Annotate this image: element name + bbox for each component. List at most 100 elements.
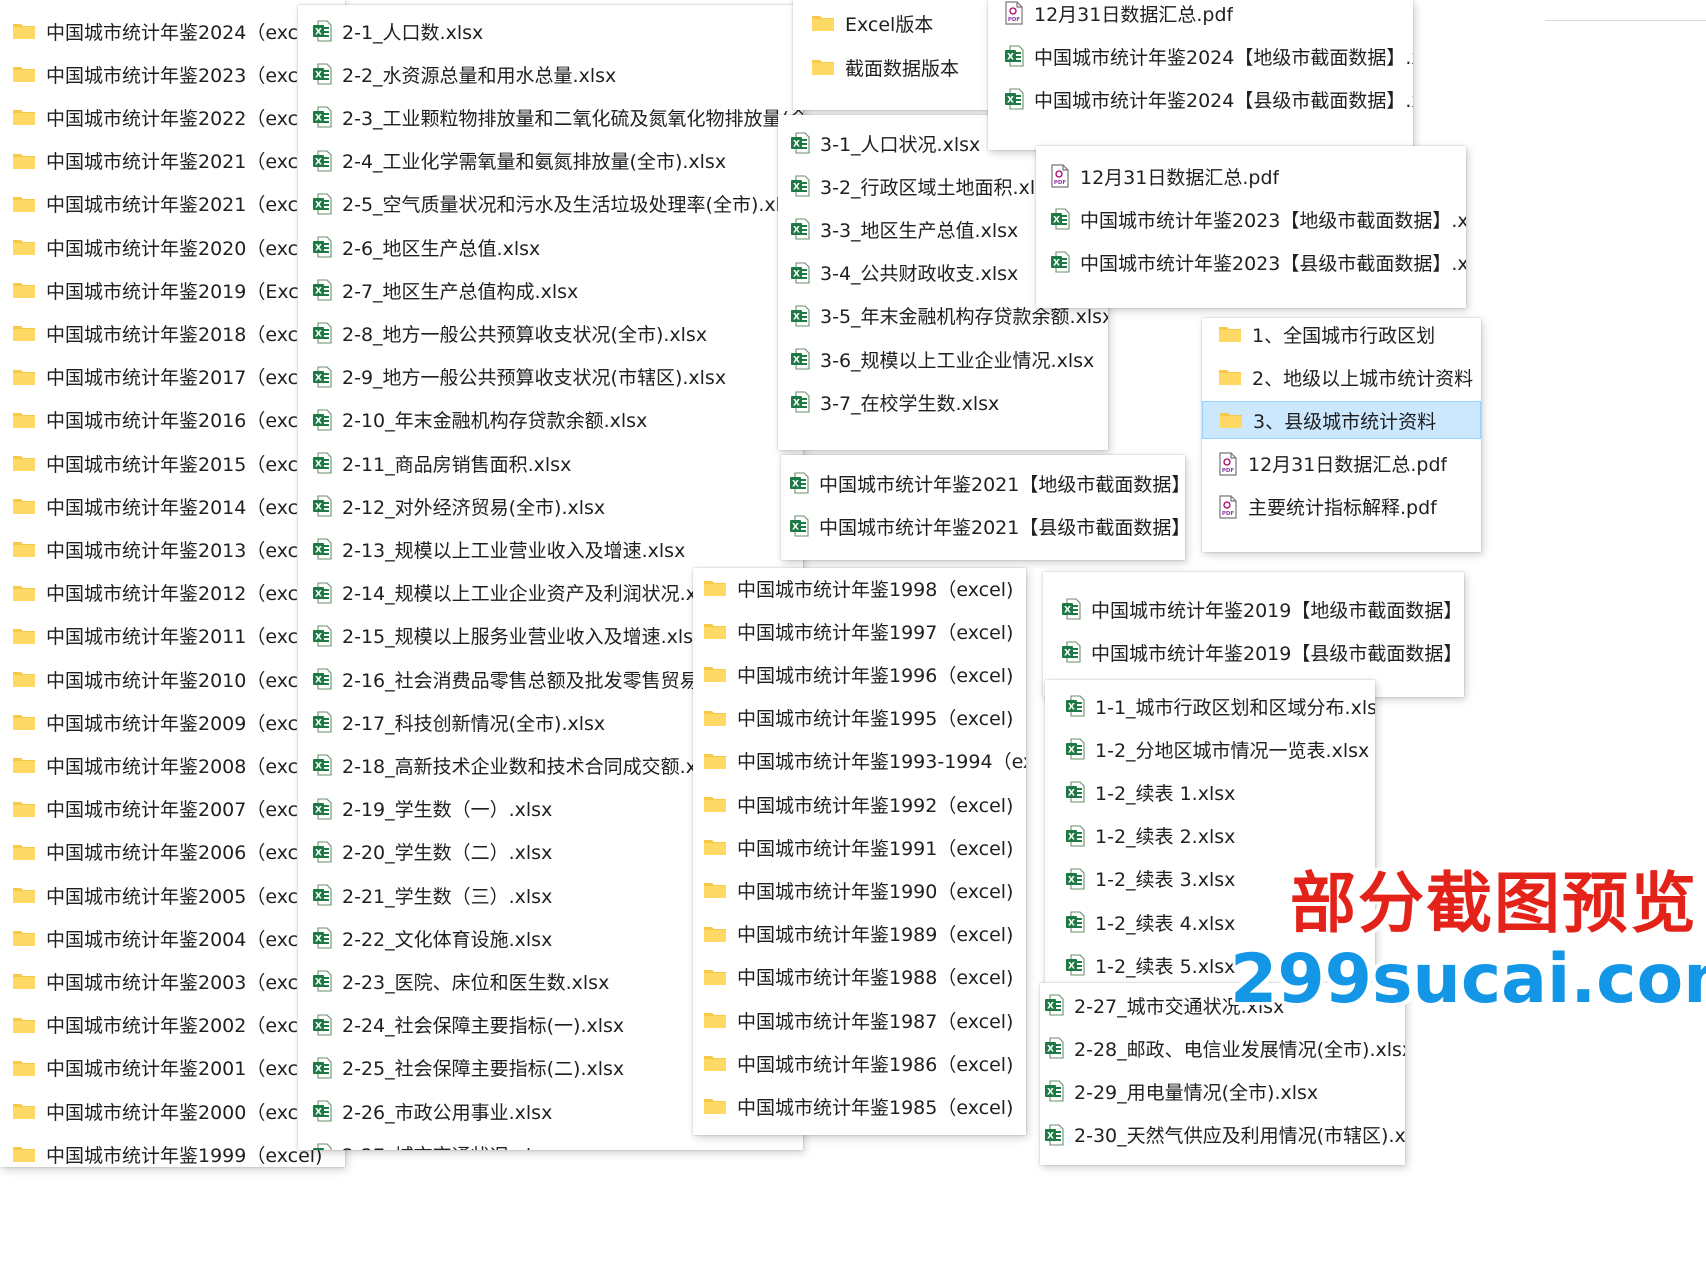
excel-file-icon: X [1050,251,1070,273]
folder-item[interactable]: 中国城市统计年鉴2007（excel) [0,790,345,828]
file-item[interactable]: X 2-11_商品房销售面积.xlsx [298,444,803,482]
folder-item[interactable]: 中国城市统计年鉴2024（excel) [0,12,345,50]
file-item[interactable]: X 中国城市统计年鉴2024【县级市截面数据】.xlsx [988,80,1413,118]
file-item[interactable]: X 2-2_水资源总量和用水总量.xlsx [298,55,803,93]
folder-item[interactable]: 截面数据版本 [793,48,993,86]
file-item[interactable]: X 中国城市统计年鉴2019【地级市截面数据】.xlsx [1043,590,1464,628]
file-item[interactable]: X 2-8_地方一般公共预算收支状况(全市).xlsx [298,314,803,352]
file-item[interactable]: X 2-30_天然气供应及利用情况(市辖区).xlsx [1040,1116,1405,1154]
folder-item[interactable]: 中国城市统计年鉴2009（excel) [0,703,345,741]
file-item[interactable]: X 2-1_人口数.xlsx [298,12,803,50]
folder-item[interactable]: 中国城市统计年鉴2006（excel) [0,833,345,871]
item-label: 中国城市统计年鉴2004（excel) [46,928,323,951]
file-item[interactable]: X 中国城市统计年鉴2024【地级市截面数据】.xlsx [988,37,1413,75]
file-item[interactable]: X 中国城市统计年鉴2023【地级市截面数据】.xlsx [1036,200,1466,238]
folder-icon [12,410,36,430]
file-item[interactable]: X 中国城市统计年鉴2023【县级市截面数据】.xlsx [1036,243,1466,281]
item-label: 12月31日数据汇总.pdf [1080,166,1280,189]
folder-item[interactable]: 1、全国城市行政区划 [1202,318,1481,353]
file-item[interactable]: X 2-5_空气质量状况和污水及生活垃圾处理率(全市).xlsx [298,185,803,223]
folder-item[interactable]: 中国城市统计年鉴2000（excel) [0,1092,345,1130]
folder-item[interactable]: 中国城市统计年鉴2019（Excel) [0,271,345,309]
excel-file-icon: X [312,193,332,215]
file-item[interactable]: X 2-4_工业化学需氧量和氨氮排放量(全市).xlsx [298,142,803,180]
folder-icon [703,708,727,728]
folder-item[interactable]: 中国城市统计年鉴2008（excel) [0,746,345,784]
file-item[interactable]: X 3-6_规模以上工业企业情况.xlsx [778,340,1108,378]
file-item[interactable]: X 2-6_地区生产总值.xlsx [298,228,803,266]
svg-text:X: X [315,1108,322,1118]
folder-item[interactable]: 中国城市统计年鉴2010（excel) [0,660,345,698]
folder-item[interactable]: 中国城市统计年鉴2004（excel) [0,919,345,957]
folder-item[interactable]: 中国城市统计年鉴2015（excel) [0,444,345,482]
file-item[interactable]: X 3-7_在校学生数.xlsx [778,383,1108,421]
file-item[interactable]: X 1-2_分地区城市情况一览表.xlsx [1045,730,1375,768]
item-label: 2、地级以上城市统计资料 [1252,367,1474,390]
file-item[interactable]: X 1-1_城市行政区划和区域分布.xlsx [1045,687,1375,725]
folder-icon [12,842,36,862]
file-item[interactable]: X 1-2_续表 1.xlsx [1045,773,1375,811]
folder-item[interactable]: 中国城市统计年鉴1998（excel) [693,569,1026,607]
file-item[interactable]: X 2-10_年末金融机构存贷款余额.xlsx [298,401,803,439]
folder-item[interactable]: 中国城市统计年鉴2017（excel) [0,358,345,396]
file-item[interactable]: PDF 12月31日数据汇总.pdf [1036,157,1466,195]
item-label: 中国城市统计年鉴2019【地级市截面数据】.xlsx [1091,599,1464,622]
folder-item[interactable]: 中国城市统计年鉴2014（excel) [0,487,345,525]
folder-item[interactable]: 中国城市统计年鉴2022（excel) [0,98,345,136]
file-item[interactable]: PDF 主要统计指标解释.pdf [1202,488,1481,526]
folder-item[interactable]: 2、地级以上城市统计资料 [1202,358,1481,396]
file-item[interactable]: X 2-29_用电量情况(全市).xlsx [1040,1072,1405,1110]
folder-item[interactable]: 中国城市统计年鉴2023（excel) [0,55,345,93]
folder-item[interactable]: 中国城市统计年鉴1988（excel) [693,958,1026,996]
item-label: 12月31日数据汇总.pdf [1248,454,1448,477]
folder-item[interactable]: 中国城市统计年鉴1986（excel) [693,1044,1026,1082]
folder-item[interactable]: 中国城市统计年鉴2005（excel) [0,876,345,914]
folder-item[interactable]: 中国城市统计年鉴1991（excel) [693,828,1026,866]
folder-item[interactable]: 中国城市统计年鉴1999（excel) [0,1135,345,1167]
file-item[interactable]: X 2-13_规模以上工业营业收入及增速.xlsx [298,530,803,568]
folder-item[interactable]: 中国城市统计年鉴2011（excel) [0,617,345,655]
file-item[interactable]: X 2-7_地区生产总值构成.xlsx [298,271,803,309]
folder-item[interactable]: 中国城市统计年鉴2013（excel) [0,530,345,568]
folder-item[interactable]: 中国城市统计年鉴2021（excel)（1 [0,142,345,180]
folder-item[interactable]: 中国城市统计年鉴2021（excel) [0,185,345,223]
watermark-site-text: 299sucai.com [1230,940,1706,1019]
folder-item[interactable]: 中国城市统计年鉴1997（excel) [693,612,1026,650]
folder-item[interactable]: 中国城市统计年鉴1996（excel) [693,655,1026,693]
folder-item[interactable]: 中国城市统计年鉴2012（excel) [0,574,345,612]
folder-item[interactable]: 中国城市统计年鉴2003（excel) [0,962,345,1000]
pdf-file-icon: PDF [1218,495,1238,519]
file-item[interactable]: X 2-27_城市交通状况.xlsx [298,1135,803,1150]
folder-item[interactable]: 3、县级城市统计资料 [1202,401,1481,440]
excel-file-icon: X [312,625,332,647]
folder-item[interactable]: 中国城市统计年鉴1985（excel) [693,1087,1026,1125]
item-label: 1-2_续表 4.xlsx [1095,912,1236,935]
folder-item[interactable]: 中国城市统计年鉴2001（excel) [0,1049,345,1087]
svg-text:X: X [792,523,799,533]
file-item[interactable]: X 2-9_地方一般公共预算收支状况(市辖区).xlsx [298,358,803,396]
folder-item[interactable]: 中国城市统计年鉴1987（excel) [693,1001,1026,1039]
folder-item[interactable]: 中国城市统计年鉴1990（excel) [693,871,1026,909]
folder-item[interactable]: 中国城市统计年鉴1995（excel) [693,699,1026,737]
folder-item[interactable]: Excel版本 [793,4,993,42]
file-item[interactable]: X 中国城市统计年鉴2021【地级市截面数据】.xlsx [781,464,1185,502]
file-item[interactable]: X 2-28_邮政、电信业发展情况(全市).xlsx [1040,1029,1405,1067]
file-item[interactable]: PDF 12月31日数据汇总.pdf [1202,445,1481,483]
folder-item[interactable]: 中国城市统计年鉴1993-1994（excel) [693,742,1026,780]
file-item[interactable]: X 中国城市统计年鉴2021【县级市截面数据】.xlsx [781,507,1185,545]
folder-item[interactable]: 中国城市统计年鉴2018（excel) [0,314,345,352]
folder-item[interactable]: 中国城市统计年鉴2002（excel) [0,1006,345,1044]
item-label: 中国城市统计年鉴2021（excel) [46,194,323,217]
item-label: 中国城市统计年鉴2024（excel) [46,21,323,44]
folder-item[interactable]: 中国城市统计年鉴2020（excel) [0,228,345,266]
file-item[interactable]: X 2-12_对外经济贸易(全市).xlsx [298,487,803,525]
folder-item[interactable]: 中国城市统计年鉴1989（excel) [693,915,1026,953]
file-item[interactable]: X 中国城市统计年鉴2019【县级市截面数据】.xlsx [1043,633,1464,671]
folder-icon [12,1058,36,1078]
item-label: 中国城市统计年鉴2012（excel) [46,583,323,606]
file-item[interactable]: X 2-3_工业颗粒物排放量和二氧化硫及氮氧化物排放量(全市).xlsx [298,98,803,136]
file-item[interactable]: X 1-2_续表 2.xlsx [1045,817,1375,855]
file-item[interactable]: PDF 12月31日数据汇总.pdf [988,0,1413,32]
folder-item[interactable]: 中国城市统计年鉴1992（excel) [693,785,1026,823]
folder-item[interactable]: 中国城市统计年鉴2016（excel) [0,401,345,439]
